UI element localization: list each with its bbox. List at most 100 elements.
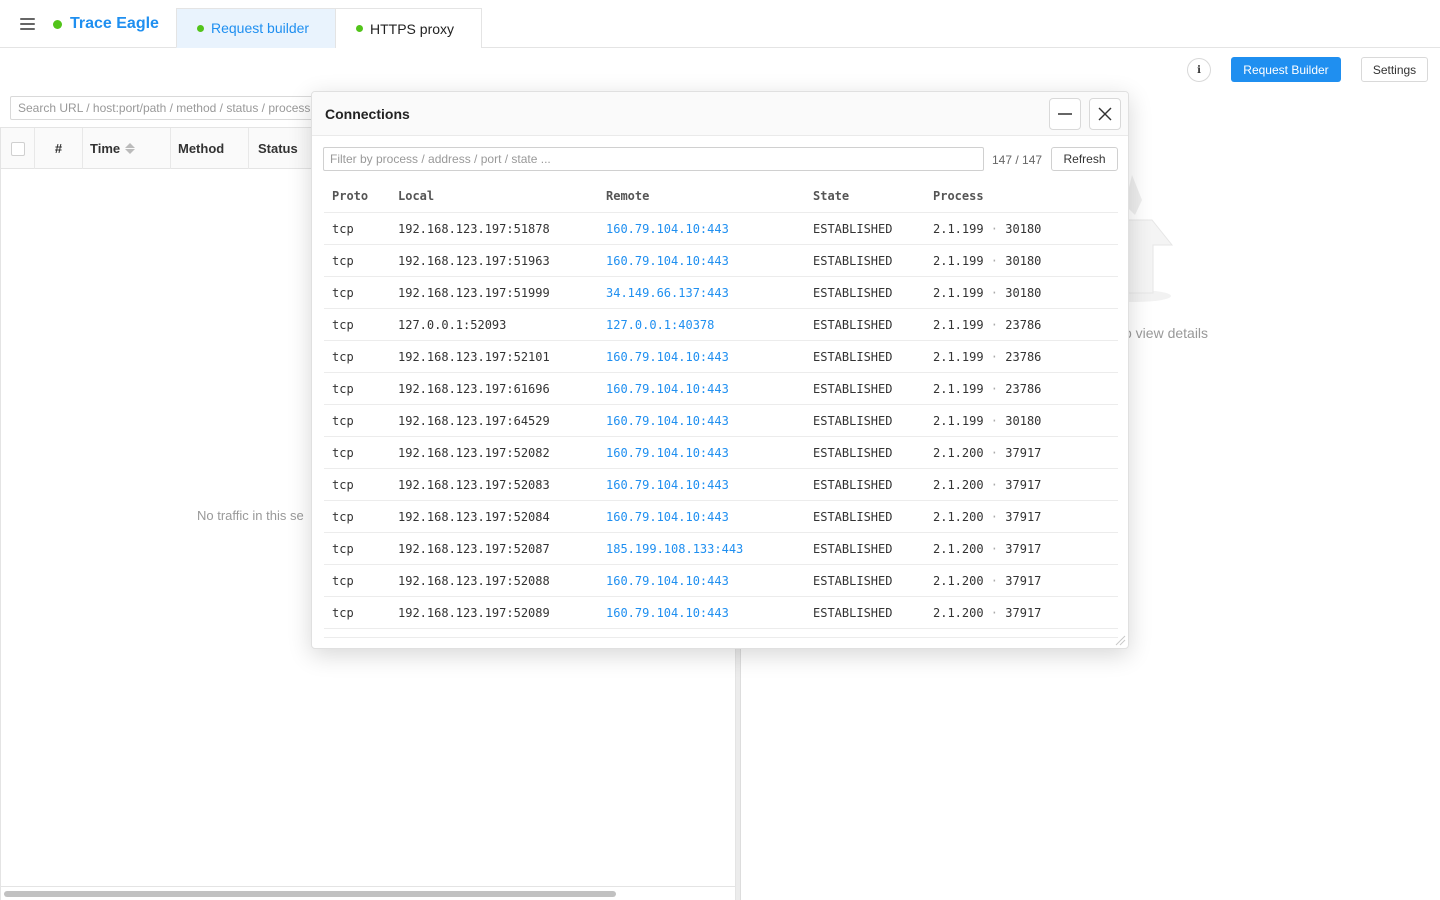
process-cell: 2.1.200 · 37917 (933, 565, 1041, 597)
connection-row[interactable]: tcp 127.0.0.1:52093 127.0.0.1:40378 ESTABLI… (324, 309, 1118, 341)
state-cell: ESTABLISHED (813, 254, 893, 268)
resize-grip-icon[interactable] (1114, 634, 1126, 646)
process-cell: 2.1.199 · 30180 (933, 277, 1041, 309)
info-icon[interactable]: i (1187, 58, 1211, 82)
process-version: 2.1.199 (933, 286, 984, 300)
connections-filter-input[interactable] (323, 147, 984, 171)
separator: · (983, 542, 1006, 556)
local-address-cell: 192.168.123.197:51963 (398, 254, 550, 268)
column-header-process: Process (933, 189, 984, 203)
proto-cell: tcp (332, 574, 354, 588)
connection-row[interactable]: tcp 192.168.123.197:51999 34.149.66.137:44… (324, 277, 1118, 309)
column-header-method[interactable]: Method (171, 128, 249, 169)
connection-row[interactable]: tcp 192.168.123.197:64529 160.79.104.10:44… (324, 405, 1118, 437)
proto-cell: tcp (332, 350, 354, 364)
process-version: 2.1.199 (933, 350, 984, 364)
state-cell: ESTABLISHED (813, 414, 893, 428)
separator: · (983, 446, 1006, 460)
process-cell: 2.1.200 · 37917 (933, 501, 1041, 533)
process-version: 2.1.199 (933, 382, 984, 396)
remote-address-link[interactable]: 160.79.104.10:443 (606, 597, 729, 629)
minimize-button[interactable] (1049, 98, 1081, 130)
proto-cell: tcp (332, 446, 354, 460)
dialog-header[interactable]: Connections (312, 92, 1128, 136)
local-address-cell: 192.168.123.197:52101 (398, 350, 550, 364)
horizontal-scrollbar[interactable] (1, 886, 736, 900)
local-address-cell: 192.168.123.197:52087 (398, 542, 550, 556)
state-cell: ESTABLISHED (813, 350, 893, 364)
remote-address-link[interactable]: 185.199.108.133:443 (606, 533, 743, 565)
proto-cell: tcp (332, 478, 354, 492)
state-cell: ESTABLISHED (813, 510, 893, 524)
proto-cell: tcp (332, 510, 354, 524)
column-header-time[interactable]: Time (83, 128, 171, 169)
traffic-search-input[interactable] (10, 96, 330, 120)
connections-dialog: Connections 147 / 147 Refresh Proto Loca… (311, 91, 1129, 649)
select-all-checkbox[interactable] (1, 128, 35, 169)
process-pid: 30180 (1005, 286, 1042, 300)
local-address-cell: 192.168.123.197:52082 (398, 446, 550, 460)
app-brand: Trace Eagle (53, 15, 159, 33)
connection-row[interactable]: tcp 192.168.123.197:52101 160.79.104.10:44… (324, 341, 1118, 373)
connection-row[interactable]: tcp 192.168.123.197:52089 160.79.104.10:44… (324, 597, 1118, 629)
remote-address-link[interactable]: 160.79.104.10:443 (606, 469, 729, 501)
state-cell: ESTABLISHED (813, 542, 893, 556)
column-header-proto: Proto (332, 189, 369, 203)
process-pid: 23786 (1005, 350, 1042, 364)
process-version: 2.1.199 (933, 318, 984, 332)
separator: · (983, 254, 1006, 268)
process-pid: 37917 (1005, 574, 1042, 588)
remote-address-link[interactable]: 160.79.104.10:443 (606, 565, 729, 597)
close-button[interactable] (1089, 98, 1121, 130)
tab-https-proxy[interactable]: HTTPS proxy (335, 8, 482, 48)
separator: · (983, 318, 1006, 332)
local-address-cell: 192.168.123.197:52084 (398, 510, 550, 524)
process-pid: 23786 (1005, 382, 1042, 396)
connection-row[interactable]: tcp 192.168.123.197:52084 160.79.104.10:44… (324, 501, 1118, 533)
process-version: 2.1.199 (933, 414, 984, 428)
connection-row[interactable]: tcp 192.168.123.197:52083 160.79.104.10:44… (324, 469, 1118, 501)
tab-label: Request builder (211, 20, 310, 36)
process-version: 2.1.200 (933, 574, 984, 588)
connection-row[interactable]: tcp 192.168.123.197:52088 160.79.104.10:44… (324, 565, 1118, 597)
tab-label: HTTPS proxy (370, 20, 455, 37)
remote-address-link[interactable]: 127.0.0.1:40378 (606, 309, 714, 341)
tab-request-builder[interactable]: Request builder (176, 8, 336, 48)
proto-cell: tcp (332, 286, 354, 300)
refresh-button[interactable]: Refresh (1051, 147, 1118, 171)
process-version: 2.1.200 (933, 606, 984, 620)
process-cell: 2.1.199 · 23786 (933, 309, 1041, 341)
remote-address-link[interactable]: 160.79.104.10:443 (606, 405, 729, 437)
local-address-cell: 192.168.123.197:64529 (398, 414, 550, 428)
column-header-remote: Remote (606, 189, 650, 203)
top-bar: Trace Eagle Request builder HTTPS proxy (0, 0, 1440, 48)
separator: · (983, 574, 1006, 588)
state-cell: ESTABLISHED (813, 222, 893, 236)
sort-icon[interactable] (125, 143, 136, 154)
local-address-cell: 192.168.123.197:51999 (398, 286, 550, 300)
process-cell: 2.1.200 · 37917 (933, 597, 1041, 629)
remote-address-link[interactable]: 160.79.104.10:443 (606, 373, 729, 405)
panel-splitter[interactable] (736, 640, 741, 900)
connection-row[interactable]: tcp 192.168.123.197:61696 160.79.104.10:44… (324, 373, 1118, 405)
remote-address-link[interactable]: 160.79.104.10:443 (606, 501, 729, 533)
remote-address-link[interactable]: 160.79.104.10:443 (606, 213, 729, 245)
process-cell: 2.1.199 · 30180 (933, 213, 1041, 245)
remote-address-link[interactable]: 34.149.66.137:443 (606, 277, 729, 309)
hamburger-menu-icon[interactable] (18, 14, 38, 34)
remote-address-link[interactable]: 160.79.104.10:443 (606, 437, 729, 469)
remote-address-link[interactable]: 160.79.104.10:443 (606, 245, 729, 277)
state-cell: ESTABLISHED (813, 318, 893, 332)
state-cell: ESTABLISHED (813, 574, 893, 588)
connection-row[interactable]: tcp 192.168.123.197:51963 160.79.104.10:44… (324, 245, 1118, 277)
scrollbar-thumb[interactable] (4, 891, 616, 897)
connections-count: 147 / 147 (992, 153, 1043, 167)
status-dot-icon (53, 19, 62, 29)
connection-row[interactable]: tcp 192.168.123.197:51878 160.79.104.10:44… (324, 213, 1118, 245)
settings-button[interactable]: Settings (1361, 57, 1428, 82)
connection-row[interactable]: tcp 192.168.123.197:52082 160.79.104.10:44… (324, 437, 1118, 469)
remote-address-link[interactable]: 160.79.104.10:443 (606, 341, 729, 373)
column-header-number[interactable]: # (35, 128, 83, 169)
connection-row[interactable]: tcp 192.168.123.197:52087 185.199.108.133:… (324, 533, 1118, 565)
request-builder-button[interactable]: Request Builder (1231, 57, 1341, 82)
